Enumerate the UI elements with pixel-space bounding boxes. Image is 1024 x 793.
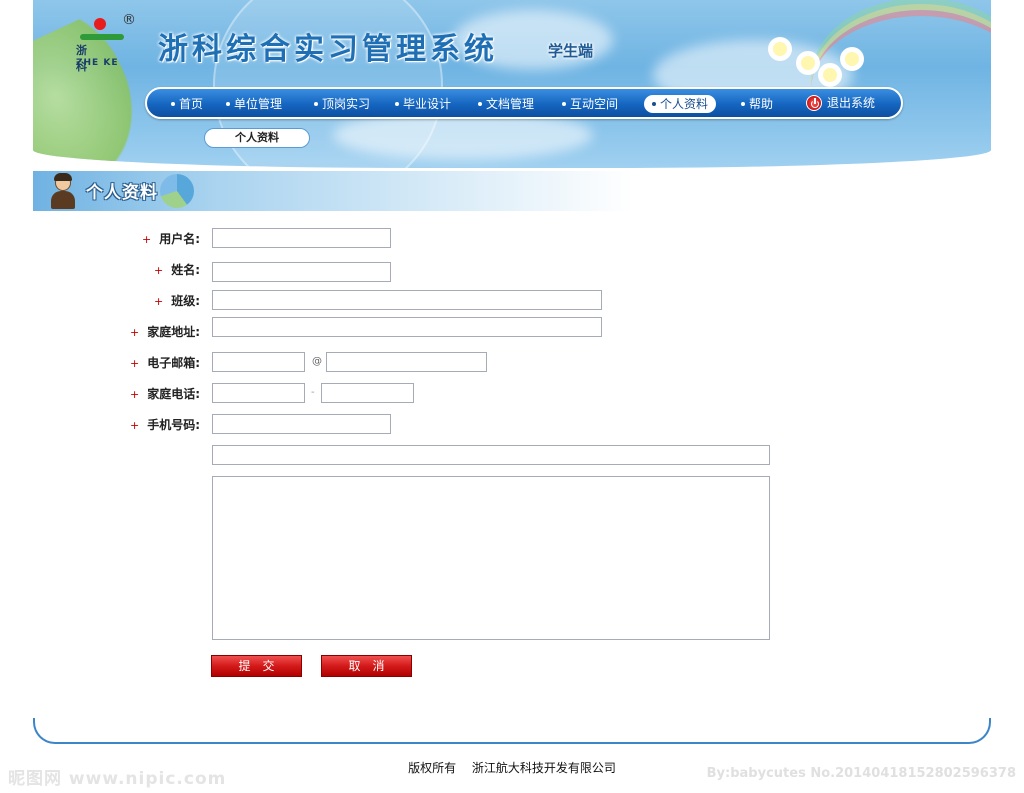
bullet-icon — [741, 101, 745, 106]
bullet-icon — [562, 101, 566, 106]
pie-chart-icon — [160, 174, 194, 208]
flower-icon — [823, 68, 837, 82]
mobile-label: + 手机号码: — [110, 415, 200, 435]
nav-item-label: 个人资料 — [660, 97, 709, 111]
class-label: + 班级: — [120, 291, 200, 311]
nav-item-units[interactable]: 单位管理 — [226, 95, 282, 113]
subnav-tab-profile[interactable]: 个人资料 — [204, 128, 310, 148]
phone-number-input[interactable] — [321, 383, 414, 403]
nav-item-interaction[interactable]: 互动空间 — [562, 95, 618, 113]
required-mark: + — [129, 357, 140, 370]
nav-item-label: 毕业设计 — [403, 97, 452, 111]
avatar-hair — [54, 173, 72, 181]
required-mark: + — [129, 388, 140, 401]
logo-en-text: ZHE KE — [76, 58, 119, 68]
footer-frame — [33, 718, 991, 744]
class-label-text: 班级: — [171, 294, 200, 308]
phone-label-text: 家庭电话: — [147, 387, 200, 401]
address-label-text: 家庭地址: — [147, 325, 200, 339]
avatar-body — [51, 191, 75, 209]
bullet-icon — [395, 101, 399, 106]
address-input[interactable] — [212, 317, 602, 337]
email-label: + 电子邮箱: — [110, 353, 200, 373]
nav-item-label: 首页 — [179, 97, 204, 111]
email-user-input[interactable] — [212, 352, 305, 372]
required-mark: + — [141, 233, 152, 246]
mobile-input[interactable] — [212, 414, 391, 434]
phone-label: + 家庭电话: — [110, 384, 200, 404]
bullet-icon — [171, 101, 175, 106]
nav-item-label: 单位管理 — [234, 97, 283, 111]
logout-label: 退出系统 — [827, 96, 876, 110]
nav-item-label: 文档管理 — [486, 97, 535, 111]
mobile-label-text: 手机号码: — [147, 418, 200, 432]
notes-textarea[interactable] — [212, 476, 770, 640]
bullet-icon — [478, 101, 482, 106]
phone-area-input[interactable] — [212, 383, 305, 403]
name-label: + 姓名: — [120, 260, 200, 280]
required-mark: + — [129, 326, 140, 339]
name-input[interactable] — [212, 262, 391, 282]
flower-icon — [845, 52, 859, 66]
section-title: 个人资料 — [86, 183, 158, 203]
username-label-text: 用户名: — [159, 232, 200, 246]
nav-item-label: 顶岗实习 — [322, 97, 371, 111]
username-label: + 用户名: — [120, 229, 200, 249]
page: ® 浙科 ZHE KE 浙科综合实习管理系统 学生端 首页 单位管理 顶岗实习 … — [0, 0, 1024, 793]
required-mark: + — [153, 264, 164, 277]
system-subtitle: 学生端 — [548, 42, 594, 60]
main-nav: 首页 单位管理 顶岗实习 毕业设计 文档管理 互动空间 个人资料 帮助 退出系统 — [145, 87, 903, 119]
phone-dash: - — [311, 387, 315, 398]
name-label-text: 姓名: — [171, 263, 200, 277]
class-input[interactable] — [212, 290, 602, 310]
copyright-company: 浙江航大科技开发有限公司 — [471, 761, 616, 775]
flower-icon — [773, 42, 787, 56]
nav-item-label: 互动空间 — [570, 97, 619, 111]
company-logo: ® 浙科 ZHE KE — [68, 12, 136, 73]
cancel-button[interactable]: 取消 — [321, 655, 412, 677]
email-label-text: 电子邮箱: — [147, 356, 200, 370]
nav-item-help[interactable]: 帮助 — [741, 95, 773, 113]
submit-button[interactable]: 提交 — [211, 655, 302, 677]
email-at-sign: @ — [312, 356, 322, 367]
system-title: 浙科综合实习管理系统 — [158, 32, 498, 67]
watermark-left: 昵图网 www.nipic.com — [8, 769, 227, 789]
watermark-right: By:babycutes No.20140418152802596378 — [706, 766, 1016, 781]
logo-mark — [80, 34, 124, 40]
nav-item-graduation[interactable]: 毕业设计 — [395, 95, 451, 113]
nav-item-profile[interactable]: 个人资料 — [644, 95, 717, 113]
nav-item-label: 帮助 — [749, 97, 774, 111]
required-mark: + — [153, 295, 164, 308]
nav-item-documents[interactable]: 文档管理 — [478, 95, 534, 113]
user-avatar-icon — [48, 171, 78, 211]
copyright-rights: 版权所有 — [408, 761, 457, 775]
extra-input[interactable] — [212, 445, 770, 465]
nav-item-internship[interactable]: 顶岗实习 — [314, 95, 370, 113]
username-input[interactable] — [212, 228, 391, 248]
power-icon — [806, 94, 822, 111]
flower-icon — [801, 56, 815, 70]
bullet-icon — [226, 101, 230, 106]
logout-button[interactable]: 退出系统 — [806, 94, 875, 112]
bullet-icon — [314, 101, 318, 106]
logo-dot — [94, 18, 106, 30]
email-domain-input[interactable] — [326, 352, 487, 372]
bullet-icon — [652, 101, 656, 106]
nav-item-home[interactable]: 首页 — [171, 95, 203, 113]
registered-mark: ® — [122, 12, 136, 28]
address-label: + 家庭地址: — [110, 322, 200, 342]
required-mark: + — [129, 419, 140, 432]
